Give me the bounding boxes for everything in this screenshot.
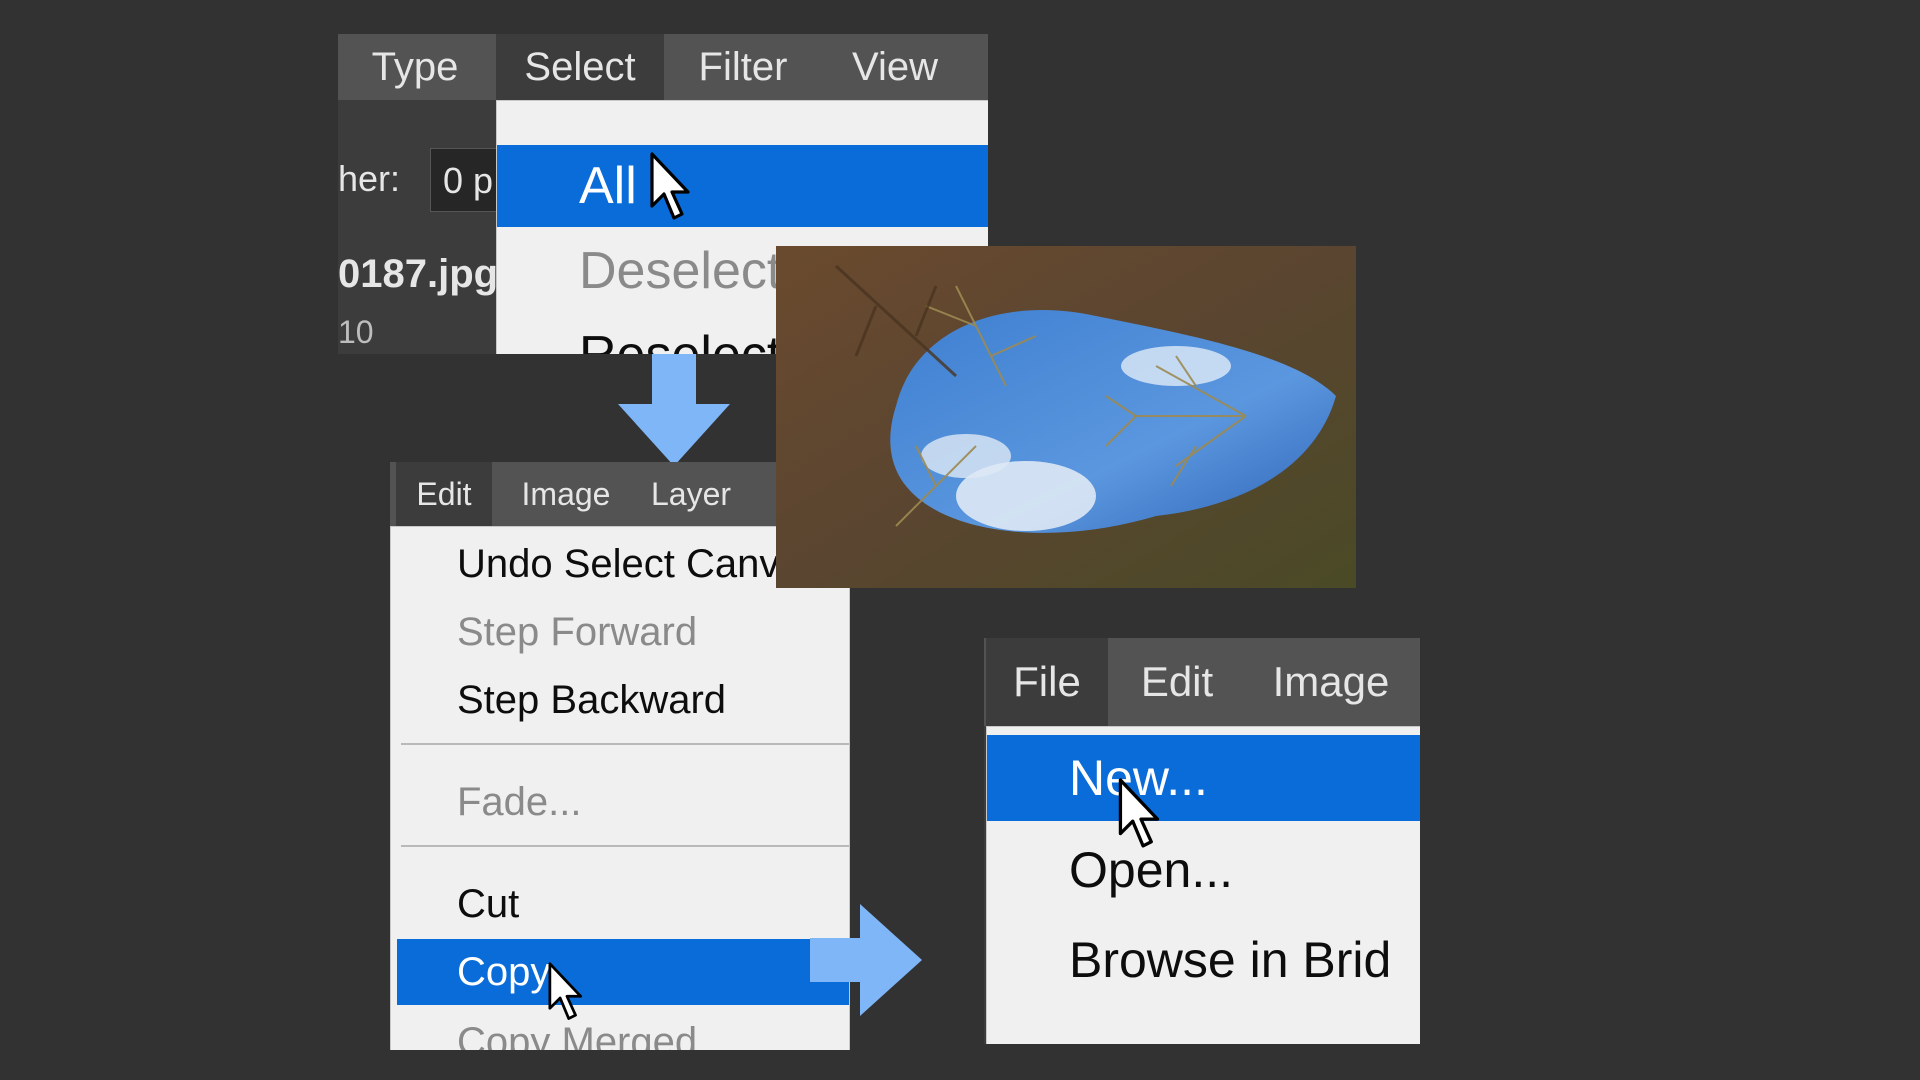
menu-select[interactable]: Select	[496, 34, 664, 100]
document-tab[interactable]: 0187.jpg	[338, 252, 498, 297]
menu-separator	[401, 743, 849, 745]
menu-item-undo-label: Undo Select Canv	[457, 541, 780, 586]
menu-item-reselect-label: Reselect	[579, 325, 781, 354]
menu-item-fade-label: Fade...	[457, 779, 582, 824]
select-panel-menubar: Type Select Filter View	[338, 34, 988, 100]
menu-item-new[interactable]: New...	[987, 735, 1420, 821]
down-arrow-icon	[618, 354, 730, 466]
menu-item-copy-merged[interactable]: Copy Merged	[391, 1009, 849, 1051]
feather-label: her:	[338, 158, 401, 199]
menu-item-copy-merged-label: Copy Merged	[457, 1019, 698, 1051]
edit-dropdown: Undo Select Canv Step Forward Step Backw…	[390, 526, 850, 1050]
pointer-cursor-icon	[650, 152, 690, 220]
menu-item-step-forward[interactable]: Step Forward	[391, 599, 849, 665]
menu-image[interactable]: Image	[502, 462, 630, 526]
puddle-reflection-photo	[776, 246, 1356, 588]
menu-type[interactable]: Type	[338, 34, 492, 100]
menu-item-fade[interactable]: Fade...	[391, 769, 849, 835]
menu-item-step-forward-label: Step Forward	[457, 609, 698, 654]
menu-filter[interactable]: Filter	[668, 34, 818, 100]
menu-item-cut-label: Cut	[457, 881, 520, 926]
menu-item-all-label: All	[579, 157, 637, 215]
menu-item-open[interactable]: Open...	[987, 827, 1420, 913]
menu-item-copy-label: Copy	[457, 949, 551, 994]
menu-edit[interactable]: Edit	[396, 462, 492, 526]
pointer-cursor-icon	[1118, 778, 1160, 848]
pointer-cursor-icon	[548, 962, 583, 1020]
menu-item-browse-in-bridge[interactable]: Browse in Brid	[987, 917, 1420, 1003]
menu-item-browse-label: Browse in Brid	[1069, 932, 1392, 988]
menu-item-cut[interactable]: Cut	[391, 871, 849, 937]
menu-edit[interactable]: Edit	[1118, 638, 1236, 726]
menu-item-copy[interactable]: Copy	[397, 939, 849, 1005]
menu-item-step-backward-label: Step Backward	[457, 677, 727, 722]
menu-item-all[interactable]: All	[497, 145, 988, 227]
menu-layer[interactable]: Layer	[636, 462, 746, 526]
menu-view[interactable]: View	[822, 34, 968, 100]
right-arrow-icon	[810, 904, 922, 1016]
menu-separator	[401, 845, 849, 847]
menu-item-deselect-label: Deselect	[579, 242, 782, 300]
menu-item-step-backward[interactable]: Step Backward	[391, 667, 849, 733]
menu-image[interactable]: Image	[1246, 638, 1416, 726]
options-bar: her: 0 p	[338, 118, 510, 268]
file-panel-menubar: File Edit Image	[984, 638, 1420, 726]
zoom-readout: 10	[338, 314, 374, 350]
file-dropdown: New... Open... Browse in Brid	[986, 726, 1420, 1044]
file-menu-panel: File Edit Image New... Open... Browse in…	[984, 638, 1420, 1044]
menu-file[interactable]: File	[986, 638, 1108, 726]
